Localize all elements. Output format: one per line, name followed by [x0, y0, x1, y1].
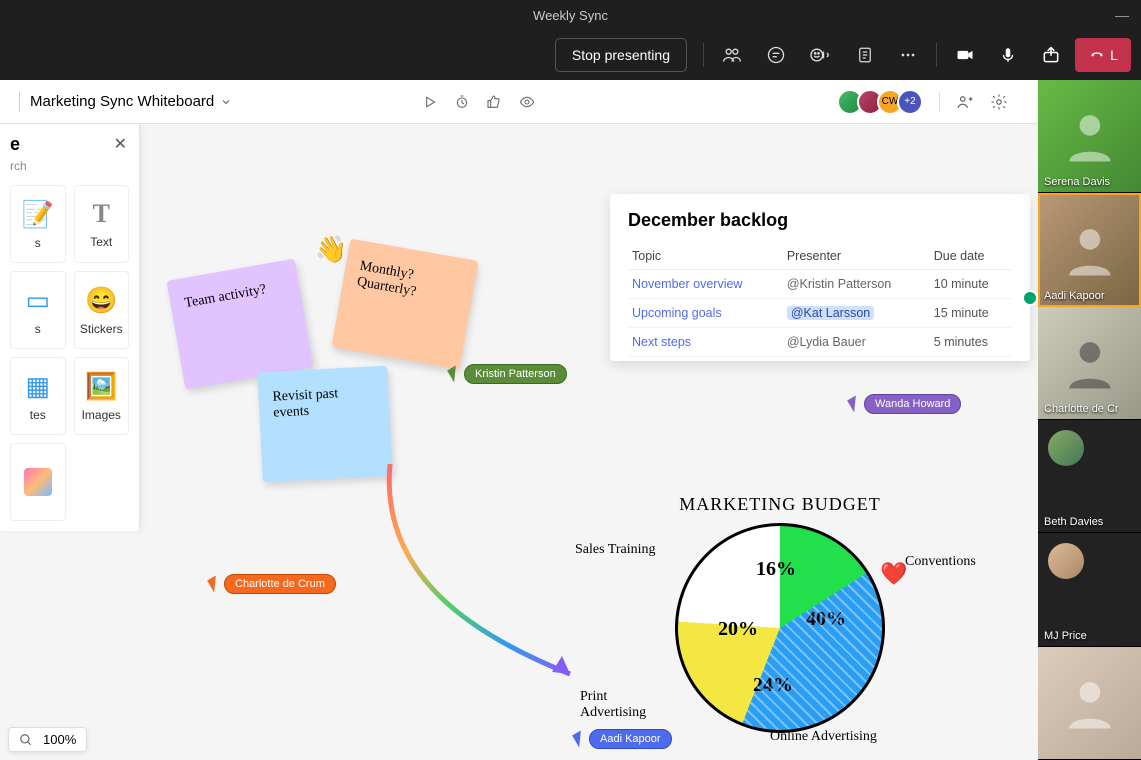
chevron-down-icon — [220, 96, 232, 108]
separator — [936, 43, 937, 67]
minimize-icon[interactable]: — — [1115, 7, 1129, 23]
attendee-tile[interactable]: MJ Price — [1038, 533, 1141, 646]
tile-text[interactable]: TText — [74, 185, 130, 263]
attendee-tile[interactable]: Serena Davis — [1038, 80, 1141, 193]
attendee-tile[interactable]: Aadi Kapoor — [1038, 193, 1141, 306]
cursor-wanda: Wanda Howard — [850, 394, 961, 414]
eye-icon[interactable] — [518, 94, 536, 110]
mic-icon[interactable] — [989, 38, 1027, 72]
backlog-card[interactable]: December backlog Topic Presenter Due dat… — [610, 194, 1030, 361]
timer-icon[interactable] — [454, 94, 470, 110]
table-row[interactable]: Next steps@Lydia Bauer5 minutes — [628, 328, 1012, 357]
whiteboard-content: Marketing Sync Whiteboard CW +2 — [0, 80, 1038, 760]
zoom-control[interactable]: 100% — [8, 727, 87, 752]
leave-button[interactable]: L — [1075, 38, 1131, 72]
attendee-tile[interactable]: Beth Davies — [1038, 420, 1141, 533]
pie-chart: MARKETING BUDGET 16% 40% 20% 24% Sales T… — [560, 494, 1000, 733]
chart-title: MARKETING BUDGET — [560, 494, 1000, 515]
notes-icon[interactable] — [846, 38, 884, 72]
wave-sticker[interactable]: 👋 — [315, 234, 347, 265]
reactions-icon[interactable] — [800, 38, 842, 72]
whiteboard-header: Marketing Sync Whiteboard CW +2 — [0, 80, 1038, 124]
more-icon[interactable] — [888, 38, 928, 72]
panel-title: e — [10, 134, 129, 155]
tile-notes[interactable]: 📝s — [10, 185, 66, 263]
share-icon[interactable] — [1031, 38, 1071, 72]
play-icon[interactable] — [422, 94, 438, 110]
stop-presenting-button[interactable]: Stop presenting — [555, 38, 687, 72]
tile-more[interactable] — [10, 443, 66, 521]
attendee-tile[interactable] — [1038, 647, 1141, 760]
table-row[interactable]: Upcoming goals@Kat Larsson15 minute — [628, 299, 1012, 328]
share-link-icon[interactable] — [956, 93, 974, 111]
close-icon[interactable]: ✕ — [114, 134, 127, 154]
zoom-icon — [19, 733, 33, 747]
backlog-title: December backlog — [628, 210, 1012, 231]
meeting-controls: Stop presenting L — [0, 30, 1141, 80]
table-row[interactable]: November overview@Kristin Patterson10 mi… — [628, 270, 1012, 299]
tile-shapes[interactable]: ▭s — [10, 271, 66, 349]
attendee-tile[interactable]: Charlotte de Cr — [1038, 307, 1141, 420]
tile-images[interactable]: 🖼️Images — [74, 357, 130, 435]
cursor-charlotte: Charlotte de Crum — [210, 574, 336, 594]
window-title-bar: Weekly Sync — — [0, 0, 1141, 30]
tile-templates[interactable]: ▦tes — [10, 357, 66, 435]
cursor-kristin: Kristin Patterson — [450, 364, 567, 384]
chat-icon[interactable] — [756, 38, 796, 72]
people-icon[interactable] — [712, 38, 752, 72]
create-panel: ✕ e rch 📝s TText ▭s 😄Stickers ▦tes 🖼️Ima… — [0, 124, 140, 531]
backlog-table: Topic Presenter Due date November overvi… — [628, 243, 1012, 357]
sticky-note-orange[interactable]: Monthly? Quarterly? — [331, 239, 478, 370]
presence-dot — [1022, 290, 1038, 306]
app-icon[interactable] — [10, 92, 20, 112]
thumbs-up-icon[interactable] — [486, 94, 502, 110]
attendee-column: Serena Davis Aadi Kapoor Charlotte de Cr… — [1038, 80, 1141, 760]
gear-icon[interactable] — [990, 93, 1008, 111]
camera-icon[interactable] — [945, 38, 985, 72]
tile-stickers[interactable]: 😄Stickers — [74, 271, 130, 349]
window-title: Weekly Sync — [533, 8, 608, 23]
whiteboard-title[interactable]: Marketing Sync Whiteboard — [30, 93, 232, 110]
presence-avatars[interactable]: CW +2 — [843, 89, 923, 115]
panel-search[interactable]: rch — [10, 159, 129, 173]
whiteboard-canvas[interactable]: ✕ e rch 📝s TText ▭s 😄Stickers ▦tes 🖼️Ima… — [0, 124, 1038, 760]
separator — [703, 43, 704, 67]
separator — [939, 92, 940, 112]
